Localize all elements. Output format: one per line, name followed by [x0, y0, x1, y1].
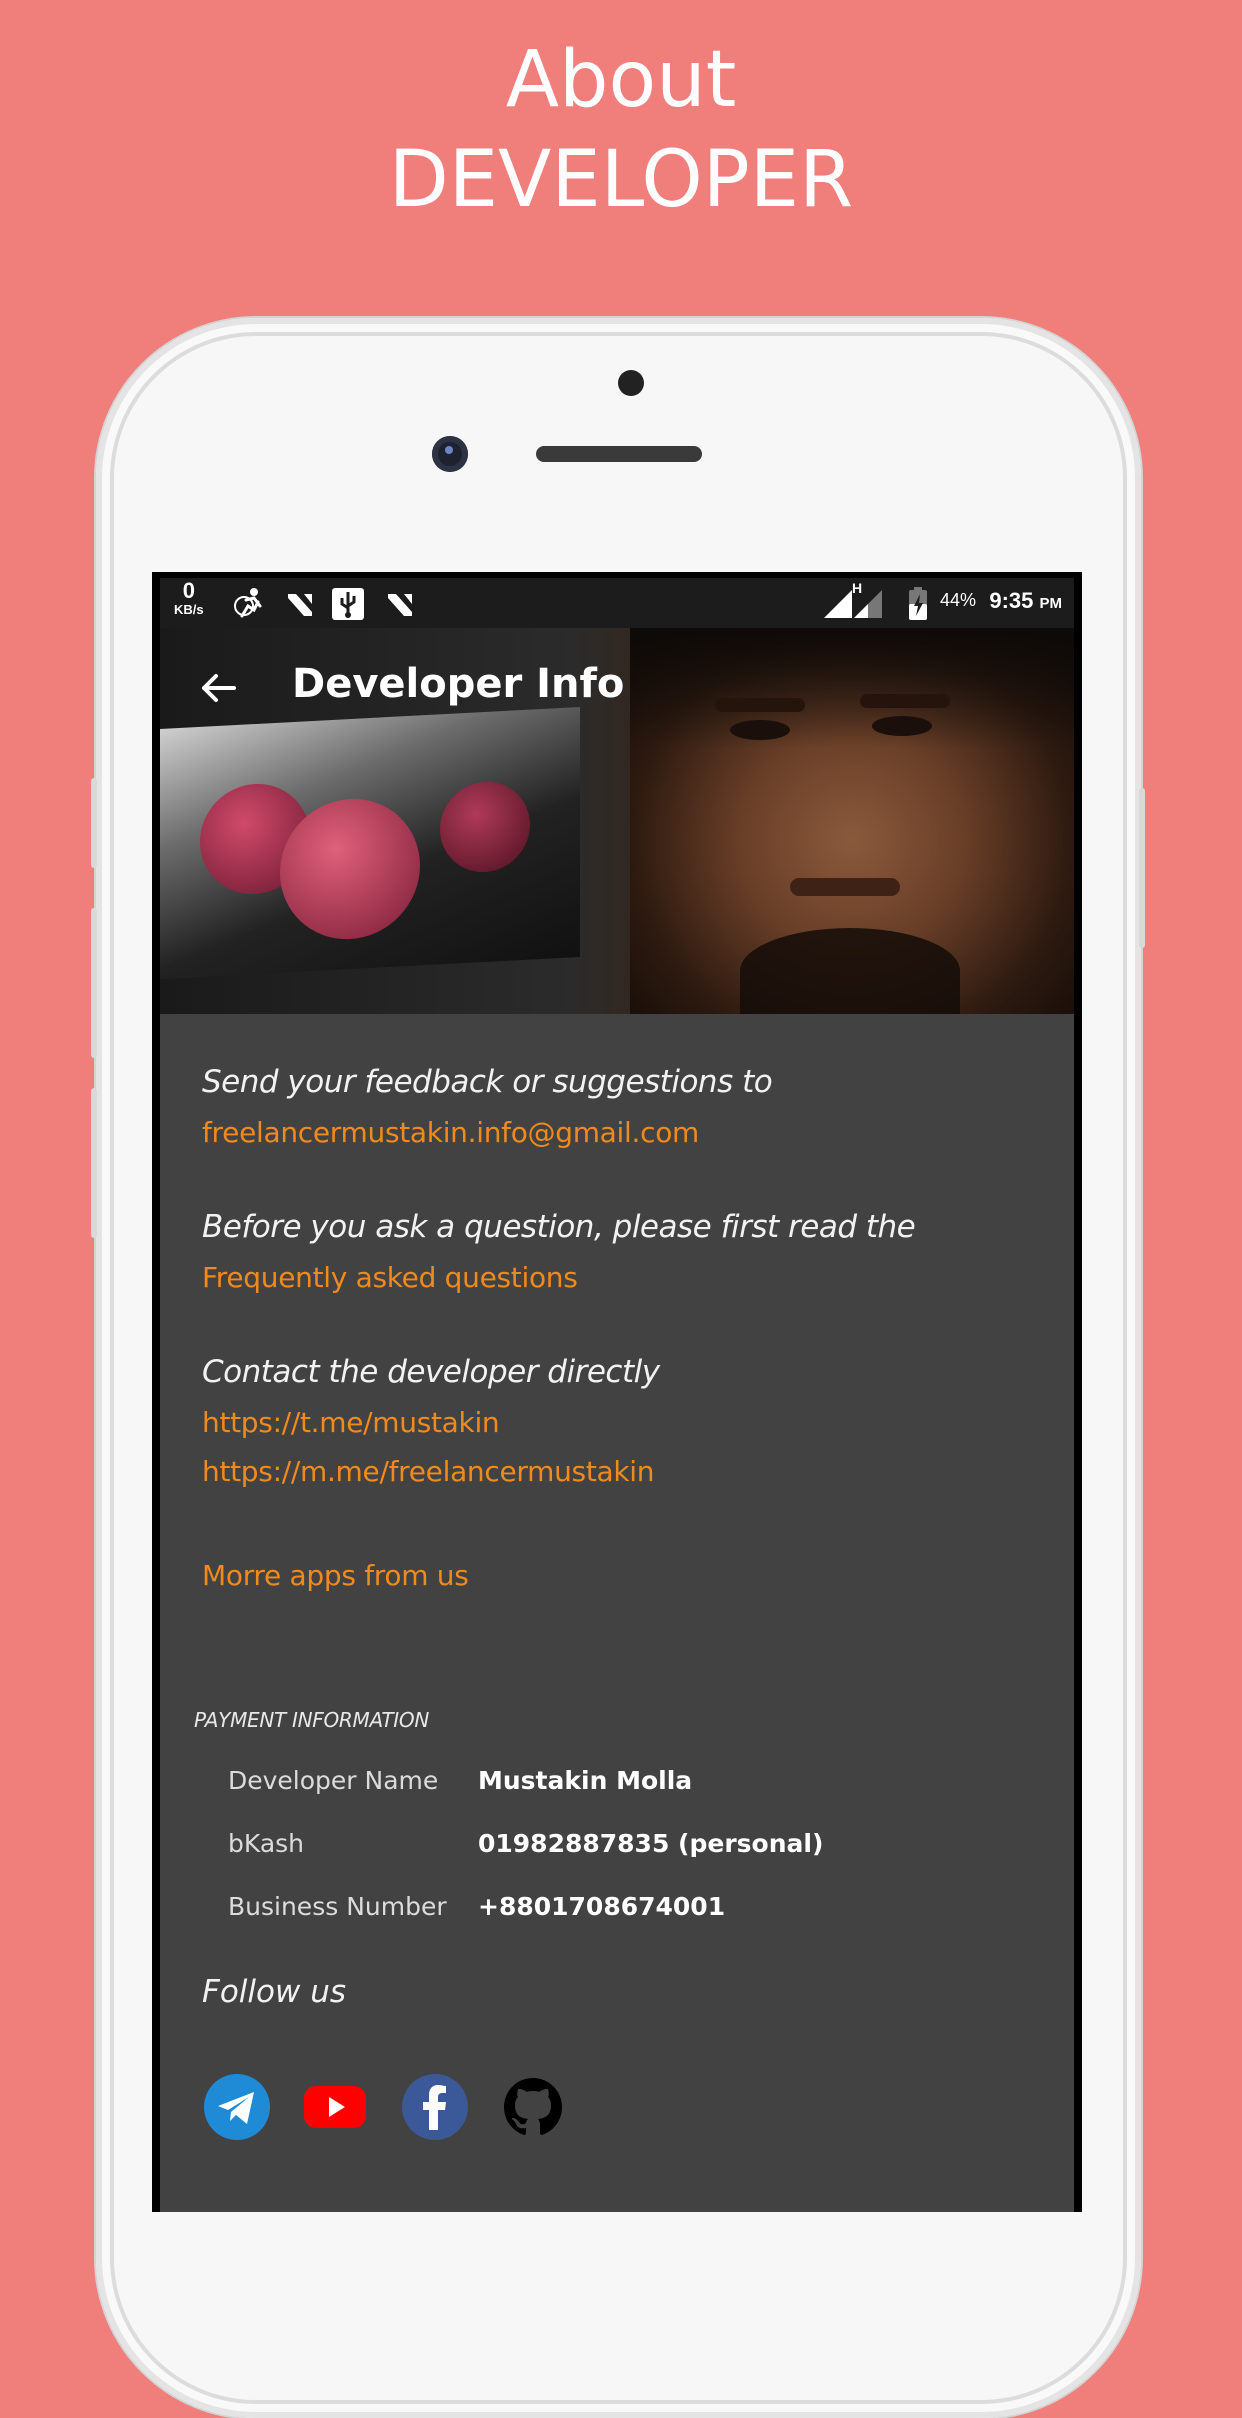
promo-title-line1: About: [505, 35, 737, 125]
net-speed: 0 KB/s: [174, 580, 204, 618]
contact-text: Contact the developer directly: [202, 1354, 660, 1390]
run-icon: [234, 588, 262, 618]
promo-title-line2: DEVELOPER: [388, 135, 854, 225]
faq-text: Before you ask a question, please first …: [202, 1209, 916, 1245]
arrow-left-icon[interactable]: [190, 658, 250, 718]
facebook-icon[interactable]: [402, 2074, 468, 2140]
payment-key-business-number: Business Number: [228, 1892, 447, 1921]
n-icon: [388, 594, 412, 616]
more-apps-link[interactable]: Morre apps from us: [202, 1559, 469, 1592]
promo-title: About DEVELOPER: [0, 30, 1242, 230]
developer-info-content: Send your feedback or suggestions to fre…: [160, 1014, 1074, 2212]
feedback-text: Send your feedback or suggestions to: [202, 1064, 773, 1100]
photo-mouth: [790, 878, 900, 896]
youtube-icon[interactable]: [302, 2074, 368, 2140]
photo-brow: [715, 698, 805, 712]
telegram-icon[interactable]: [204, 2074, 270, 2140]
photo-apple: [440, 779, 530, 875]
earpiece-speaker: [536, 446, 702, 462]
phone-power-button: [1139, 788, 1145, 948]
payment-value-developer-name: Mustakin Molla: [478, 1766, 693, 1795]
clock: 9:35 PM: [989, 588, 1062, 614]
photo-eye: [872, 716, 932, 736]
battery-icon: [909, 587, 927, 620]
photo-brow: [860, 694, 950, 708]
follow-us-label: Follow us: [202, 1974, 346, 2010]
n-icon: [288, 594, 312, 616]
github-icon[interactable]: [500, 2074, 566, 2140]
battery-percent: 44%: [940, 590, 977, 610]
net-speed-unit: KB/s: [174, 602, 204, 617]
telegram-link[interactable]: https://t.me/mustakin: [202, 1406, 500, 1439]
phone-screen: 0 KB/s H 44% 9:35 PM Developer Info Send…: [152, 572, 1082, 2212]
photo-eye: [730, 720, 790, 740]
header-photo-hair: [630, 628, 1074, 748]
proximity-sensor: [618, 370, 644, 396]
payment-key-bkash: bKash: [228, 1829, 305, 1858]
phone-volume-up: [91, 908, 97, 1058]
page-title: Developer Info: [292, 661, 625, 707]
status-bar: 0 KB/s H 44% 9:35 PM: [160, 578, 1074, 628]
clock-time: 9:35: [989, 588, 1034, 613]
messenger-link[interactable]: https://m.me/freelancermustakin: [202, 1455, 655, 1488]
header-photo-laptop: [160, 706, 580, 980]
net-speed-value: 0: [182, 578, 195, 603]
payment-value-business-number: +8801708674001: [478, 1892, 726, 1921]
phone-volume-down: [91, 1088, 97, 1238]
payment-section-label: PAYMENT INFORMATION: [194, 1708, 429, 1732]
photo-beard: [740, 928, 960, 1014]
signal-h-icon: [854, 590, 882, 618]
payment-value-bkash: 01982887835 (personal): [478, 1829, 824, 1858]
header-banner: Developer Info: [160, 628, 1074, 1014]
payment-key-developer-name: Developer Name: [228, 1766, 439, 1795]
faq-link[interactable]: Frequently asked questions: [202, 1261, 578, 1294]
feedback-email-link[interactable]: freelancermustakin.info@gmail.com: [202, 1116, 699, 1149]
usb-icon: [332, 588, 364, 620]
clock-suffix: PM: [1039, 595, 1063, 612]
phone-side-button: [91, 778, 97, 868]
front-camera: [432, 436, 468, 472]
